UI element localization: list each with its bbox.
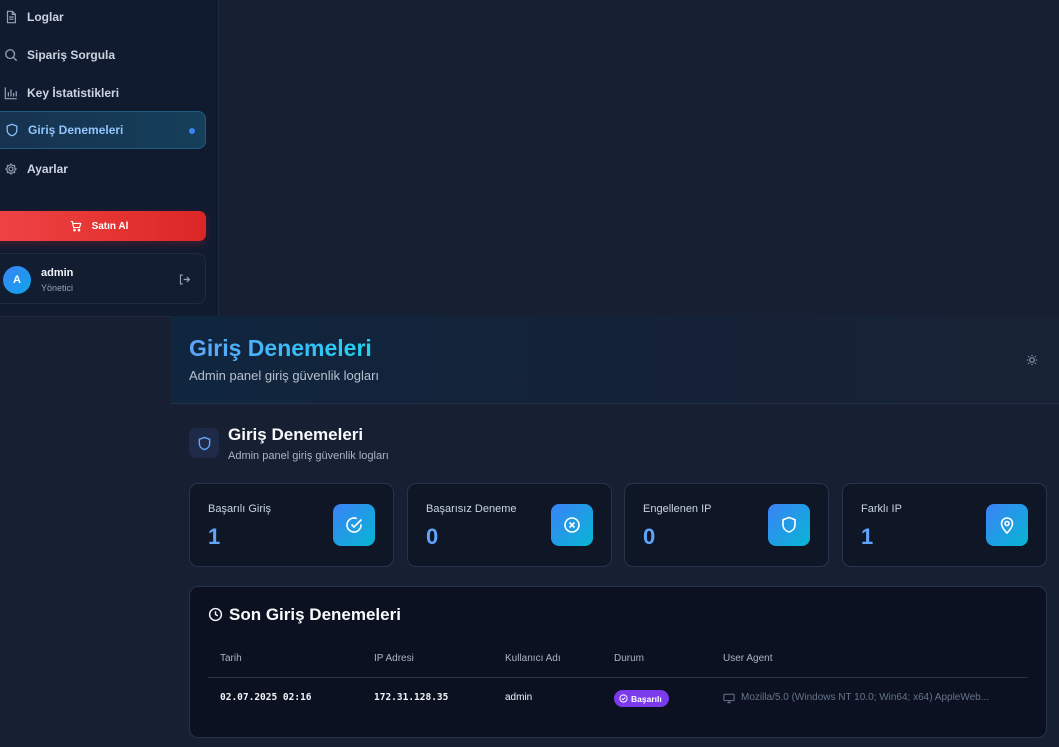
status-badge: Başarılı xyxy=(614,690,669,707)
stat-card-failed-attempts: Başarısız Deneme 0 xyxy=(407,483,612,567)
page-title: Giriş Denemeleri xyxy=(189,335,372,361)
stat-label: Farklı IP xyxy=(861,503,902,515)
logout-icon[interactable] xyxy=(178,273,191,286)
avatar: A xyxy=(3,266,31,294)
search-icon xyxy=(4,48,18,62)
stat-icon-box xyxy=(768,504,810,546)
sidebar-item-label: Giriş Denemeleri xyxy=(28,123,124,137)
bar-chart-icon xyxy=(4,86,18,100)
stat-icon-box xyxy=(551,504,593,546)
user-name: admin xyxy=(41,267,74,279)
shield-icon xyxy=(197,436,212,451)
cart-icon xyxy=(70,220,82,232)
sidebar-item-login-attempts[interactable]: Giriş Denemeleri xyxy=(0,111,206,149)
stat-value: 1 xyxy=(208,524,221,549)
stat-card-unique-ip: Farklı IP 1 xyxy=(842,483,1047,567)
sidebar-item-order-search[interactable]: Sipariş Sorgula xyxy=(0,36,206,74)
sidebar-item-label: Loglar xyxy=(27,10,64,24)
column-header-username[interactable]: Kullanıcı Adı xyxy=(505,653,561,664)
sidebar-item-settings[interactable]: Ayarlar xyxy=(0,150,206,188)
page-header: Giriş Denemeleri Admin panel giriş güven… xyxy=(171,316,1059,404)
section-icon-box xyxy=(189,428,219,458)
page-subtitle: Admin panel giriş güvenlik logları xyxy=(189,368,380,383)
table-divider xyxy=(208,677,1028,678)
monitor-icon xyxy=(723,693,735,704)
x-circle-icon xyxy=(562,515,582,535)
stat-value: 0 xyxy=(426,524,439,549)
gear-icon xyxy=(4,162,18,176)
cell-username: admin xyxy=(505,692,533,703)
cell-user-agent: Mozilla/5.0 (Windows NT 10.0; Win64; x64… xyxy=(741,692,990,703)
sidebar-item-key-stats[interactable]: Key İstatistikleri xyxy=(0,74,206,112)
check-circle-icon xyxy=(619,694,631,703)
column-header-date[interactable]: Tarih xyxy=(220,653,242,664)
cell-ip: 172.31.128.35 xyxy=(374,692,449,703)
document-icon xyxy=(4,10,18,24)
section-subtitle: Admin panel giriş güvenlik logları xyxy=(228,450,389,462)
column-header-status[interactable]: Durum xyxy=(614,653,644,664)
user-role: Yönetici xyxy=(41,283,74,293)
stat-card-blocked-ip: Engellenen IP 0 xyxy=(624,483,829,567)
buy-button-label: Satın Al xyxy=(91,220,129,232)
user-card: A admin Yönetici xyxy=(0,253,206,304)
stat-label: Başarılı Giriş xyxy=(208,503,271,515)
stat-icon-box xyxy=(333,504,375,546)
column-header-ip[interactable]: IP Adresi xyxy=(374,653,414,664)
clock-icon xyxy=(208,607,223,622)
buy-button[interactable]: Satın Al xyxy=(0,211,206,241)
sidebar-item-label: Ayarlar xyxy=(27,162,68,176)
stat-value: 0 xyxy=(643,524,656,549)
shield-icon xyxy=(5,123,19,137)
stat-card-successful-logins: Başarılı Giriş 1 xyxy=(189,483,394,567)
active-indicator-dot xyxy=(189,128,195,134)
stat-icon-box xyxy=(986,504,1028,546)
recent-login-attempts-card: Son Giriş Denemeleri Tarih IP Adresi Kul… xyxy=(189,586,1047,738)
check-circle-icon xyxy=(344,515,364,535)
sun-icon[interactable] xyxy=(1026,354,1038,366)
section-title: Giriş Denemeleri xyxy=(228,425,364,444)
stat-value: 1 xyxy=(861,524,874,549)
table-title: Son Giriş Denemeleri xyxy=(229,605,401,624)
sidebar: Loglar Sipariş Sorgula Key İstatistikler… xyxy=(0,0,219,317)
sidebar-item-label: Sipariş Sorgula xyxy=(27,48,116,62)
cell-date: 02.07.2025 02:16 xyxy=(220,692,312,703)
sidebar-item-label: Key İstatistikleri xyxy=(27,86,120,100)
stat-label: Başarısız Deneme xyxy=(426,503,517,515)
map-pin-icon xyxy=(997,515,1017,535)
sidebar-item-logs[interactable]: Loglar xyxy=(0,0,206,36)
shield-icon xyxy=(779,515,799,535)
stat-label: Engellenen IP xyxy=(643,503,712,515)
column-header-user-agent[interactable]: User Agent xyxy=(723,653,772,664)
status-badge-label: Başarılı xyxy=(631,693,662,704)
